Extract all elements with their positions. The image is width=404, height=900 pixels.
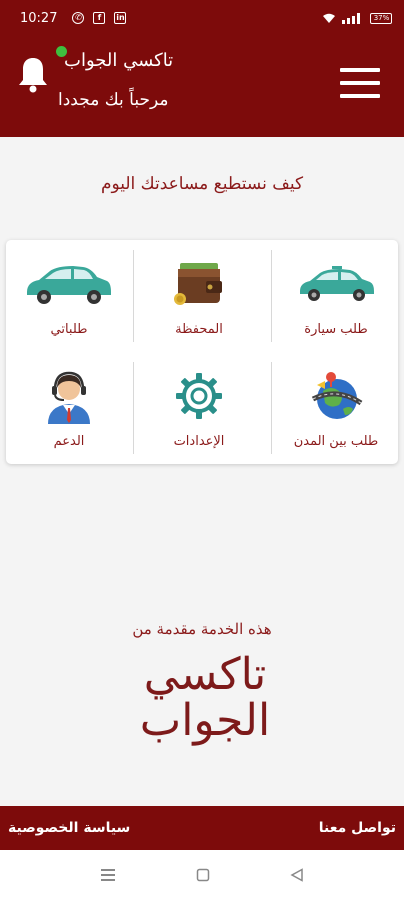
recent-apps-icon[interactable]	[100, 868, 116, 882]
taxi-car-icon	[300, 266, 374, 301]
bottom-bar: تواصل معنا سياسة الخصوصية	[0, 806, 404, 850]
tile-label: طلباتي	[50, 322, 88, 337]
tile-label: الإعدادات	[173, 434, 225, 449]
tile-label: المحفظة	[175, 322, 223, 337]
whatsapp-icon: ✆	[72, 12, 85, 24]
brand-logo: تاكسي الجواب	[100, 652, 310, 744]
tile-label: طلب سيارة	[304, 322, 368, 337]
globe-intercity-icon	[311, 372, 363, 419]
notification-bell-icon[interactable]	[16, 56, 50, 94]
my-orders-car-icon	[27, 266, 111, 304]
status-bar: 10:27 ✆ f in 37%	[0, 0, 404, 36]
services-grid: طلب سيارة المحفظة طلباتي طلب بين المدن ا…	[6, 240, 398, 464]
tile-support[interactable]: الدعم	[4, 364, 134, 464]
wallet-icon	[174, 263, 222, 305]
status-right: 37%	[322, 12, 392, 24]
tile-label: الدعم	[53, 434, 85, 449]
status-time: 10:27	[20, 10, 58, 26]
home-icon[interactable]	[196, 868, 210, 882]
linkedin-icon: in	[114, 12, 127, 24]
tile-my-orders[interactable]: طلباتي	[4, 252, 134, 352]
tile-intercity[interactable]: طلب بين المدن	[271, 364, 401, 464]
brand-logo-line2: الجواب	[139, 695, 271, 746]
signal-icon	[342, 12, 360, 24]
back-icon[interactable]	[290, 868, 304, 882]
service-provider-note: هذه الخدمة مقدمة من	[132, 620, 272, 638]
wifi-icon	[323, 13, 335, 23]
tile-request-car[interactable]: طلب سيارة	[271, 252, 401, 352]
contact-us-link[interactable]: تواصل معنا	[319, 820, 396, 836]
settings-gear-icon	[176, 373, 222, 419]
app-name: تاكسي الجواب	[64, 50, 174, 71]
app-header: تاكسي الجواب مرحباً بك مجددا	[0, 36, 404, 137]
system-nav-bar	[0, 850, 404, 900]
facebook-icon: f	[93, 12, 106, 24]
privacy-policy-link[interactable]: سياسة الخصوصية	[8, 820, 130, 836]
support-agent-icon	[48, 371, 90, 424]
battery-icon: 37%	[370, 12, 392, 24]
tile-wallet[interactable]: المحفظة	[134, 252, 264, 352]
welcome-message: مرحباً بك مجددا	[58, 90, 169, 110]
tile-settings[interactable]: الإعدادات	[134, 364, 264, 464]
help-question: كيف نستطيع مساعدتك اليوم	[100, 174, 304, 194]
brand-logo-line1: تاكسي	[143, 649, 267, 700]
status-left: 10:27 ✆ f in	[20, 10, 127, 26]
menu-icon[interactable]	[340, 68, 380, 98]
tile-label: طلب بين المدن	[293, 434, 379, 449]
